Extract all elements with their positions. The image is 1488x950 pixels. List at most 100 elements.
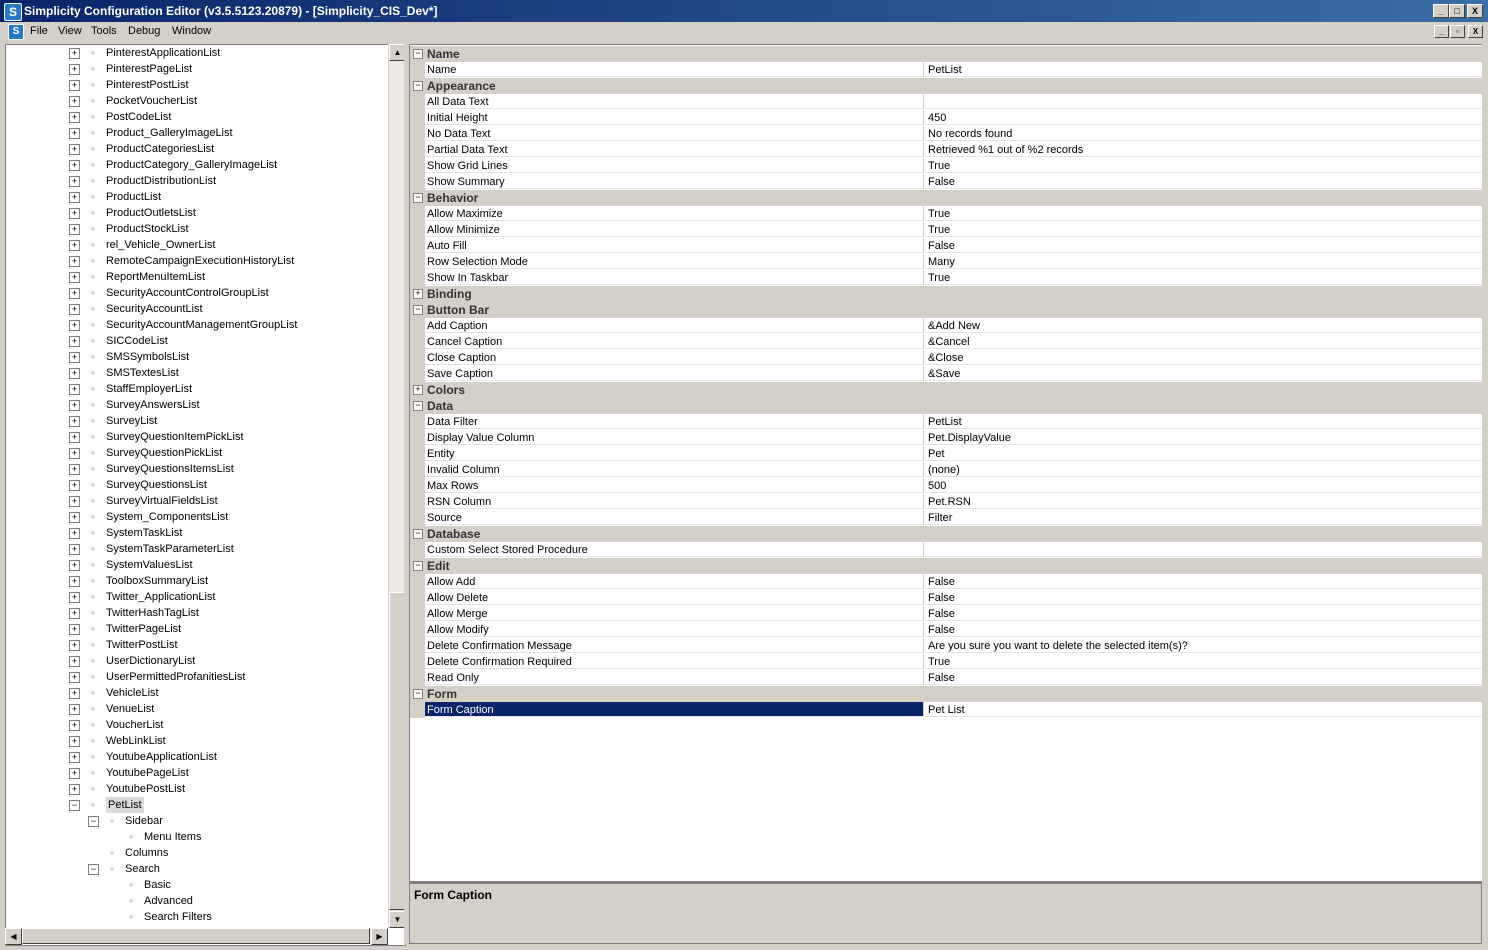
tree-item[interactable]: + SecurityAccountManagementGroupList <box>6 317 388 333</box>
property-value[interactable]: 450 <box>925 110 1483 125</box>
tree-item[interactable]: + TwitterHashTagList <box>6 605 388 621</box>
tree-item[interactable]: + UserPermittedProfanitiesList <box>6 669 388 685</box>
tree-item[interactable]: + SurveyQuestionPickList <box>6 445 388 461</box>
tree-item-label[interactable]: PocketVoucherList <box>106 93 197 109</box>
property-value[interactable]: True <box>925 654 1483 669</box>
property-value[interactable]: 500 <box>925 478 1483 493</box>
tree-item-label[interactable]: SurveyList <box>106 413 157 429</box>
property-value[interactable]: True <box>925 158 1483 173</box>
property-row[interactable]: Allow Maximize True <box>410 206 1483 222</box>
property-name[interactable]: Save Caption <box>425 366 924 381</box>
expand-plus-icon[interactable]: + <box>69 656 80 667</box>
tree-item[interactable]: + ProductStockList <box>6 221 388 237</box>
expand-plus-icon[interactable]: + <box>413 289 423 299</box>
property-name[interactable]: Allow Maximize <box>425 206 924 221</box>
tree-item-label[interactable]: SurveyQuestionItemPickList <box>106 429 244 445</box>
tree-item[interactable]: + ProductList <box>6 189 388 205</box>
property-value[interactable] <box>925 542 1483 557</box>
tree-item-label[interactable]: ProductStockList <box>106 221 189 237</box>
tree-item[interactable]: + PocketVoucherList <box>6 93 388 109</box>
tree-item[interactable]: + SecurityAccountControlGroupList <box>6 285 388 301</box>
property-value[interactable]: Filter <box>925 510 1483 525</box>
tree-item-label[interactable]: SurveyQuestionsList <box>106 477 207 493</box>
tree-item-label[interactable]: UserDictionaryList <box>106 653 195 669</box>
property-row[interactable]: Entity Pet <box>410 446 1483 462</box>
expand-plus-icon[interactable]: + <box>69 672 80 683</box>
collapse-minus-icon[interactable]: − <box>69 800 80 811</box>
property-row[interactable]: Source Filter <box>410 510 1483 526</box>
tree-item[interactable]: + SystemTaskParameterList <box>6 541 388 557</box>
property-value[interactable]: &Add New <box>925 318 1483 333</box>
menu-tools[interactable]: Tools <box>91 25 117 37</box>
collapse-minus-icon[interactable]: − <box>413 529 423 539</box>
expand-plus-icon[interactable]: + <box>69 576 80 587</box>
property-value[interactable]: Pet <box>925 446 1483 461</box>
tree-item[interactable]: + ToolboxSummaryList <box>6 573 388 589</box>
tree-item-label[interactable]: Twitter_ApplicationList <box>106 589 215 605</box>
property-name[interactable]: Show Grid Lines <box>425 158 924 173</box>
tree-item-label[interactable]: Product_GalleryImageList <box>106 125 233 141</box>
tree-item-label[interactable]: SurveyAnswersList <box>106 397 200 413</box>
property-value[interactable]: &Save <box>925 366 1483 381</box>
mdi-app-icon[interactable]: S <box>8 24 24 40</box>
tree-item[interactable]: + SystemValuesList <box>6 557 388 573</box>
property-row[interactable]: Read Only False <box>410 670 1483 686</box>
tree-item-label[interactable]: Sidebar <box>125 813 163 829</box>
tree-item[interactable]: Advanced <box>6 893 388 909</box>
expand-plus-icon[interactable]: + <box>69 512 80 523</box>
property-value[interactable]: Many <box>925 254 1483 269</box>
expand-plus-icon[interactable]: + <box>69 416 80 427</box>
tree-item-label[interactable]: PostCodeList <box>106 109 171 125</box>
expand-plus-icon[interactable]: + <box>69 320 80 331</box>
expand-plus-icon[interactable]: + <box>69 272 80 283</box>
property-value[interactable]: Are you sure you want to delete the sele… <box>925 638 1483 653</box>
property-name[interactable]: Delete Confirmation Required <box>425 654 924 669</box>
property-name[interactable]: Allow Delete <box>425 590 924 605</box>
tree-item-label[interactable]: Search Filters <box>144 909 212 925</box>
property-name[interactable]: Read Only <box>425 670 924 685</box>
tree-hscroll-thumb[interactable] <box>22 928 370 944</box>
property-name[interactable]: Add Caption <box>425 318 924 333</box>
tree-item-label[interactable]: SecurityAccountManagementGroupList <box>106 317 297 333</box>
tree-item-label[interactable]: YoutubePageList <box>106 765 189 781</box>
tree-item[interactable]: + System_ComponentsList <box>6 509 388 525</box>
property-row[interactable]: Max Rows 500 <box>410 478 1483 494</box>
property-row[interactable]: Show Summary False <box>410 174 1483 190</box>
collapse-minus-icon[interactable]: − <box>413 689 423 699</box>
tree-item[interactable]: + VoucherList <box>6 717 388 733</box>
tree-item[interactable]: − PetList <box>6 797 388 813</box>
tree-item[interactable]: + SICCodeList <box>6 333 388 349</box>
property-value[interactable] <box>925 94 1483 109</box>
expand-plus-icon[interactable]: + <box>69 720 80 731</box>
property-name[interactable]: Allow Minimize <box>425 222 924 237</box>
tree-item[interactable]: + SecurityAccountList <box>6 301 388 317</box>
property-row[interactable]: RSN Column Pet.RSN <box>410 494 1483 510</box>
tree-item-label[interactable]: SurveyQuestionsItemsList <box>106 461 234 477</box>
maximize-button[interactable]: □ <box>1449 4 1465 18</box>
tree-item-label[interactable]: ProductCategory_GalleryImageList <box>106 157 277 173</box>
expand-plus-icon[interactable]: + <box>69 448 80 459</box>
tree-item[interactable]: Menu Items <box>6 829 388 845</box>
tree-item-label[interactable]: ProductOutletsList <box>106 205 196 221</box>
expand-plus-icon[interactable]: + <box>69 704 80 715</box>
tree-item-label[interactable]: SecurityAccountList <box>106 301 203 317</box>
tree-item[interactable]: + TwitterPostList <box>6 637 388 653</box>
tree-horizontal-scrollbar[interactable]: ◀ ▶ <box>5 928 388 945</box>
expand-plus-icon[interactable]: + <box>69 528 80 539</box>
expand-plus-icon[interactable]: + <box>69 432 80 443</box>
tree-item[interactable]: + UserDictionaryList <box>6 653 388 669</box>
tree-item[interactable]: Columns <box>6 845 388 861</box>
minimize-button[interactable]: _ <box>1433 4 1449 18</box>
tree-item-label[interactable]: Search <box>125 861 160 877</box>
tree-item[interactable]: + YoutubePageList <box>6 765 388 781</box>
expand-plus-icon[interactable]: + <box>69 336 80 347</box>
expand-plus-icon[interactable]: + <box>69 256 80 267</box>
property-name[interactable]: Invalid Column <box>425 462 924 477</box>
property-row[interactable]: Close Caption &Close <box>410 350 1483 366</box>
expand-plus-icon[interactable]: + <box>69 560 80 571</box>
tree-item-label[interactable]: PinterestPageList <box>106 61 192 77</box>
expand-plus-icon[interactable]: + <box>69 288 80 299</box>
tree-item-label[interactable]: ProductCategoriesList <box>106 141 214 157</box>
menu-view[interactable]: View <box>58 25 82 37</box>
expand-plus-icon[interactable]: + <box>69 592 80 603</box>
